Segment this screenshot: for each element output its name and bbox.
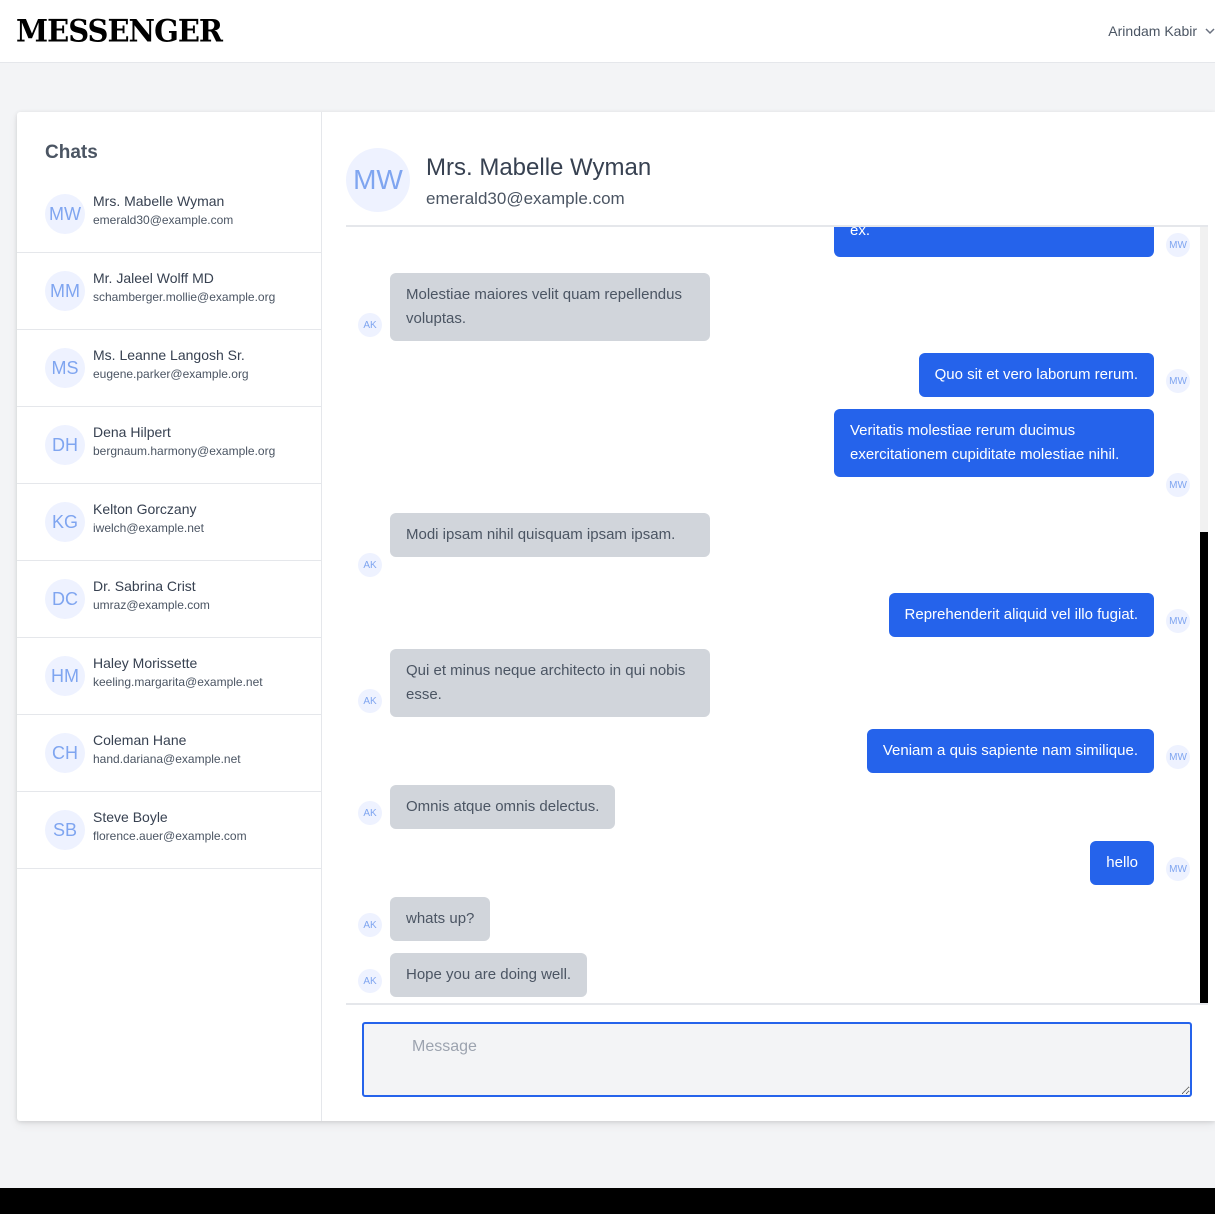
contact-name: Dena Hilpert bbox=[93, 424, 171, 440]
contact-item[interactable]: KG Kelton Gorczany iwelch@example.net bbox=[17, 484, 321, 561]
contact-email: schamberger.mollie@example.org bbox=[93, 290, 276, 304]
contact-avatar: HM bbox=[45, 656, 85, 696]
message-row: Reprehenderit aliquid vel illo fugiat. M… bbox=[346, 593, 1196, 637]
message-avatar: AK bbox=[358, 913, 382, 937]
message-row: AK Hope you are doing well. bbox=[346, 953, 1196, 997]
contact-item[interactable]: MM Mr. Jaleel Wolff MD schamberger.molli… bbox=[17, 253, 321, 330]
contact-avatar: MM bbox=[45, 271, 85, 311]
contact-name: Ms. Leanne Langosh Sr. bbox=[93, 347, 245, 363]
message-row: AK Molestiae maiores velit quam repellen… bbox=[346, 273, 1196, 341]
message-list[interactable]: ex. MW AK Molestiae maiores velit quam r… bbox=[346, 225, 1208, 1005]
message-row: Veritatis molestiae rerum ducimus exerci… bbox=[346, 409, 1196, 497]
message-avatar: AK bbox=[358, 689, 382, 713]
message-bubble-incoming: Hope you are doing well. bbox=[390, 953, 588, 997]
bottom-bar bbox=[0, 1188, 1215, 1214]
contact-item[interactable]: MS Ms. Leanne Langosh Sr. eugene.parker@… bbox=[17, 330, 321, 407]
message-row: hello MW bbox=[346, 841, 1196, 885]
user-menu-button[interactable]: Arindam Kabir bbox=[1108, 20, 1215, 42]
contact-item[interactable]: DH Dena Hilpert bergnaum.harmony@example… bbox=[17, 407, 321, 484]
contact-avatar: MW bbox=[45, 194, 85, 234]
sidebar-title: Chats bbox=[45, 142, 98, 163]
message-bubble-outgoing: hello bbox=[1090, 841, 1154, 885]
message-bubble-outgoing: Reprehenderit aliquid vel illo fugiat. bbox=[888, 593, 1154, 637]
contact-name: Steve Boyle bbox=[93, 809, 168, 825]
user-name: Arindam Kabir bbox=[1108, 23, 1197, 39]
message-avatar: MW bbox=[1166, 233, 1190, 257]
contact-name: Coleman Hane bbox=[93, 732, 187, 748]
message-scrollbar[interactable] bbox=[1200, 227, 1208, 1003]
message-row: Veniam a quis sapiente nam similique. MW bbox=[346, 729, 1196, 773]
contact-item[interactable]: CH Coleman Hane hand.dariana@example.net bbox=[17, 715, 321, 792]
contact-item[interactable]: HM Haley Morissette keeling.margarita@ex… bbox=[17, 638, 321, 715]
chat-header-avatar: MW bbox=[346, 148, 410, 212]
contact-email: bergnaum.harmony@example.org bbox=[93, 444, 276, 458]
contact-email: keeling.margarita@example.net bbox=[93, 675, 263, 689]
contact-list: MW Mrs. Mabelle Wyman emerald30@example.… bbox=[17, 176, 321, 869]
message-row: AK Omnis atque omnis delectus. bbox=[346, 785, 1196, 829]
message-avatar: AK bbox=[358, 553, 382, 577]
contact-avatar: KG bbox=[45, 502, 85, 542]
message-bubble-incoming: Qui et minus neque architecto in qui nob… bbox=[390, 649, 710, 717]
top-navbar: MESSENGER Arindam Kabir bbox=[0, 0, 1215, 63]
message-avatar: AK bbox=[358, 313, 382, 337]
contact-item[interactable]: SB Steve Boyle florence.auer@example.com bbox=[17, 792, 321, 869]
message-bubble-incoming: Omnis atque omnis delectus. bbox=[390, 785, 616, 829]
chat-pane: MW Mrs. Mabelle Wyman emerald30@example.… bbox=[322, 112, 1215, 1121]
contact-avatar: DC bbox=[45, 579, 85, 619]
contact-name: Mrs. Mabelle Wyman bbox=[93, 193, 225, 209]
message-row: AK Modi ipsam nihil quisquam ipsam ipsam… bbox=[346, 513, 1196, 577]
contact-avatar: SB bbox=[45, 810, 85, 850]
contact-name: Kelton Gorczany bbox=[93, 501, 197, 517]
message-avatar: MW bbox=[1166, 609, 1190, 633]
message-row: AK Qui et minus neque architecto in qui … bbox=[346, 649, 1196, 717]
message-row: Quo sit et vero laborum rerum. MW bbox=[346, 353, 1196, 397]
contact-email: eugene.parker@example.org bbox=[93, 367, 249, 381]
message-bubble-incoming: Molestiae maiores velit quam repellendus… bbox=[390, 273, 710, 341]
chat-header-email: emerald30@example.com bbox=[426, 189, 625, 208]
message-avatar: MW bbox=[1166, 857, 1190, 881]
contact-email: hand.dariana@example.net bbox=[93, 752, 241, 766]
chat-header-name: Mrs. Mabelle Wyman bbox=[426, 154, 652, 181]
message-bubble-outgoing: Veniam a quis sapiente nam similique. bbox=[866, 729, 1154, 773]
app-logo[interactable]: MESSENGER bbox=[16, 13, 223, 49]
contact-email: umraz@example.com bbox=[93, 598, 210, 612]
message-bubble-incoming: whats up? bbox=[390, 897, 491, 941]
messenger-card: Chats MW Mrs. Mabelle Wyman emerald30@ex… bbox=[17, 112, 1215, 1121]
contact-item[interactable]: MW Mrs. Mabelle Wyman emerald30@example.… bbox=[17, 176, 321, 253]
message-bubble-outgoing: Veritatis molestiae rerum ducimus exerci… bbox=[834, 409, 1154, 477]
message-avatar: MW bbox=[1166, 745, 1190, 769]
scrollbar-thumb[interactable] bbox=[1200, 532, 1208, 1003]
chevron-down-icon bbox=[1205, 28, 1215, 35]
message-bubble-outgoing: Quo sit et vero laborum rerum. bbox=[918, 353, 1154, 397]
message-row: AK whats up? bbox=[346, 897, 1196, 941]
chats-sidebar: Chats MW Mrs. Mabelle Wyman emerald30@ex… bbox=[17, 112, 322, 1121]
message-avatar: AK bbox=[358, 801, 382, 825]
contact-name: Dr. Sabrina Crist bbox=[93, 578, 196, 594]
contact-item[interactable]: DC Dr. Sabrina Crist umraz@example.com bbox=[17, 561, 321, 638]
contact-avatar: DH bbox=[45, 425, 85, 465]
contact-avatar: CH bbox=[45, 733, 85, 773]
message-avatar: MW bbox=[1166, 369, 1190, 393]
contact-email: florence.auer@example.com bbox=[93, 829, 247, 843]
message-input[interactable] bbox=[362, 1022, 1192, 1097]
contact-email: iwelch@example.net bbox=[93, 521, 204, 535]
contact-name: Haley Morissette bbox=[93, 655, 198, 671]
message-avatar: AK bbox=[358, 969, 382, 993]
contact-avatar: MS bbox=[45, 348, 85, 388]
contact-email: emerald30@example.com bbox=[93, 213, 234, 227]
message-row: ex. MW bbox=[346, 227, 1196, 257]
contact-name: Mr. Jaleel Wolff MD bbox=[93, 270, 214, 286]
message-avatar: MW bbox=[1166, 473, 1190, 497]
message-bubble-incoming: Modi ipsam nihil quisquam ipsam ipsam. bbox=[390, 513, 710, 557]
message-bubble-outgoing: ex. bbox=[834, 227, 1154, 257]
